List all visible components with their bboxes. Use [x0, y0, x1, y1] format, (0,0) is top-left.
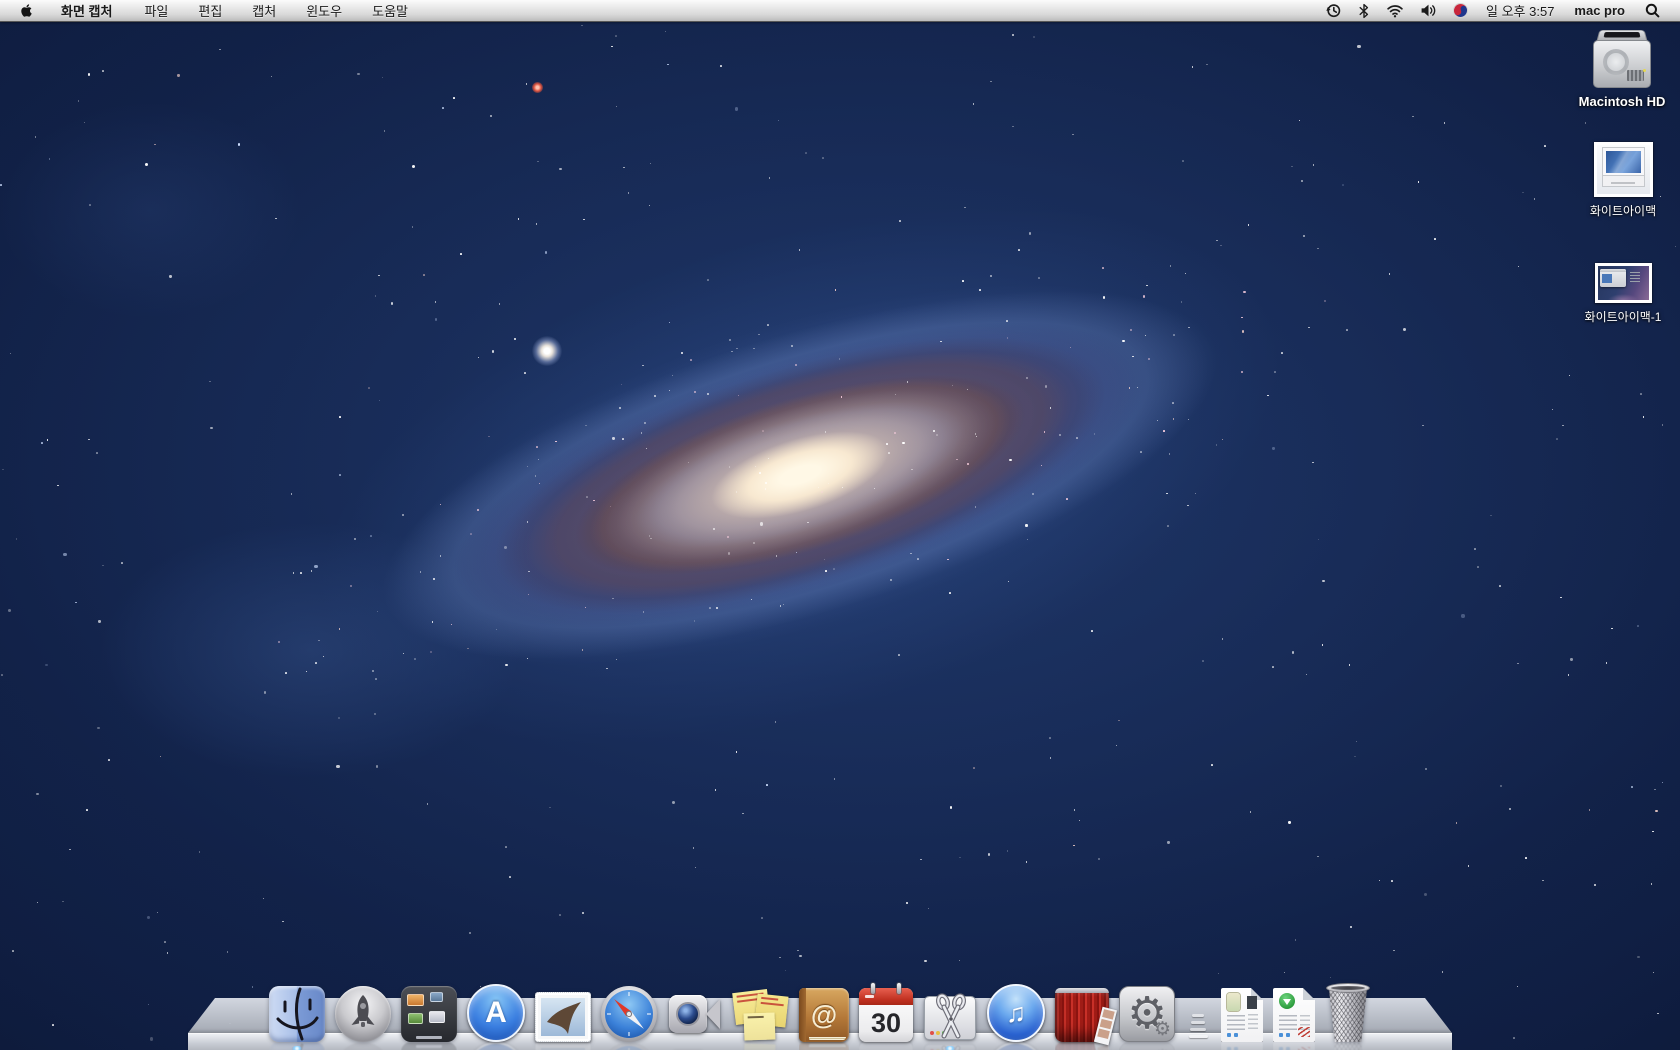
dock-grab-screen-capture[interactable] — [923, 992, 977, 1042]
desktop-wallpaper — [0, 0, 1680, 1050]
safari-compass-icon — [601, 986, 657, 1042]
star-field — [0, 0, 1680, 1050]
address-book-icon: @ — [799, 988, 849, 1042]
photo-booth-curtain-icon — [1055, 988, 1109, 1042]
image-file-icon — [1595, 263, 1652, 303]
desktop-icon-label: Macintosh HD — [1579, 94, 1666, 109]
dock-launchpad[interactable] — [335, 986, 391, 1042]
time-machine-icon[interactable] — [1317, 0, 1350, 21]
app-store-icon: A — [467, 984, 525, 1042]
menu-clock[interactable]: 일 오후 3:57 — [1476, 0, 1564, 21]
hard-drive-icon — [1591, 28, 1653, 88]
document-file-icon — [1221, 988, 1263, 1042]
calendar-date: 30 — [859, 1005, 913, 1042]
menu-edit[interactable]: 편집 — [183, 0, 237, 21]
apple-logo-icon — [20, 3, 33, 18]
dock-stickies[interactable] — [733, 986, 789, 1042]
menu-file[interactable]: 파일 — [129, 0, 183, 21]
dock-photo-booth[interactable] — [1055, 988, 1109, 1042]
menu-bar: 화면 캡처 파일 편집 캡처 윈도우 도움말 — [0, 0, 1680, 22]
stickies-notes-icon — [733, 986, 789, 1042]
bright-star — [532, 336, 562, 366]
dock-mail[interactable] — [535, 992, 591, 1042]
dock-document-2[interactable] — [1273, 988, 1315, 1042]
menu-window[interactable]: 윈도우 — [291, 0, 357, 21]
dock-document-1[interactable] — [1221, 988, 1263, 1042]
dock: A A — [188, 954, 1452, 1050]
menu-capture[interactable]: 캡처 — [237, 0, 291, 21]
running-indicator — [945, 1046, 956, 1050]
running-indicator — [292, 1046, 303, 1050]
mission-control-icon — [401, 986, 457, 1042]
calendar-icon: 30 — [859, 988, 913, 1042]
itunes-music-note-icon: ♫ — [987, 984, 1045, 1042]
desktop-icon-macintosh-hd[interactable]: Macintosh HD — [1586, 28, 1658, 109]
dock-system-preferences[interactable]: ⚙ ⚙ ⚙ ⚙ — [1119, 986, 1175, 1042]
dock-mission-control[interactable] — [401, 986, 457, 1042]
dock-finder[interactable] — [269, 986, 325, 1042]
dock-calendar[interactable]: 30 30 — [859, 988, 913, 1042]
user-menu[interactable]: mac pro — [1564, 0, 1635, 21]
dock-facetime[interactable] — [667, 986, 723, 1042]
apple-menu[interactable] — [0, 0, 44, 21]
dock-app-store[interactable]: A A — [467, 984, 525, 1042]
desktop-icon-label: 화이트아이맥-1 — [1585, 308, 1662, 325]
gear-icon: ⚙ ⚙ — [1119, 986, 1175, 1042]
spotlight-icon[interactable] — [1635, 0, 1674, 21]
desktop-icon-white-imac-1[interactable]: 화이트아이맥-1 — [1587, 263, 1659, 325]
input-source-korean-flag-icon[interactable] — [1445, 0, 1476, 21]
wifi-icon[interactable] — [1378, 0, 1412, 21]
bluetooth-icon[interactable] — [1350, 0, 1378, 21]
image-file-icon — [1594, 142, 1653, 197]
trash-icon — [1325, 984, 1371, 1042]
volume-icon[interactable] — [1412, 0, 1445, 21]
dock-trash[interactable] — [1325, 984, 1371, 1042]
facetime-camera-icon — [667, 986, 723, 1042]
mail-stamp-icon — [535, 992, 591, 1042]
dock-safari[interactable] — [601, 986, 657, 1042]
red-star — [532, 82, 543, 93]
launchpad-rocket-icon — [335, 986, 391, 1042]
menu-help[interactable]: 도움말 — [357, 0, 423, 21]
desktop-icon-label: 화이트아이맥 — [1590, 202, 1656, 219]
dock-separator — [1185, 1002, 1211, 1042]
menu-app-name[interactable]: 화면 캡처 — [44, 0, 129, 21]
desktop-icon-white-imac[interactable]: 화이트아이맥 — [1587, 142, 1659, 219]
grab-scissors-icon — [923, 992, 977, 1042]
dock-address-book[interactable]: @ @ — [799, 988, 849, 1042]
dock-itunes[interactable]: ♫ ♫ — [987, 984, 1045, 1042]
finder-icon — [269, 986, 325, 1042]
document-file-download-icon — [1273, 988, 1315, 1042]
